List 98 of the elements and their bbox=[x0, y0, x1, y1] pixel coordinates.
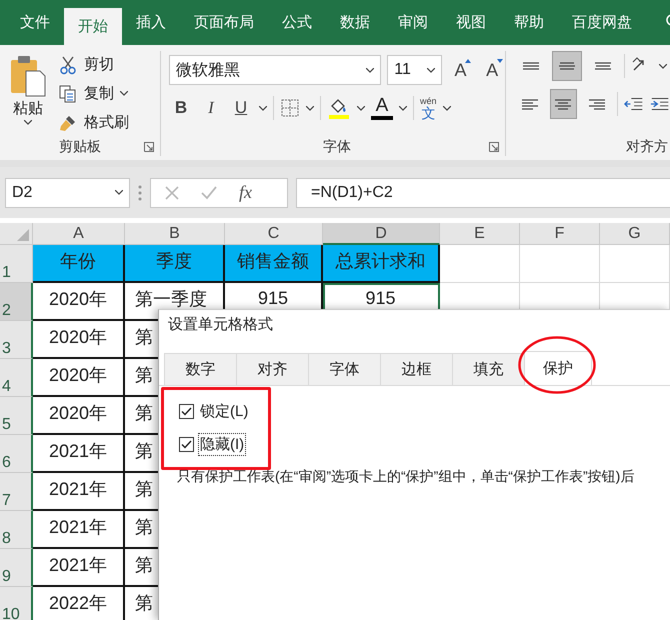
column-header[interactable]: A bbox=[33, 223, 125, 245]
clipboard-icon bbox=[9, 55, 47, 97]
formula-field[interactable]: =N(D1)+C2 bbox=[296, 178, 670, 208]
font-color-button[interactable]: A bbox=[371, 96, 393, 120]
column-header[interactable]: E bbox=[440, 223, 520, 245]
up-triangle-icon bbox=[465, 59, 472, 63]
group-label: 字体 bbox=[322, 137, 352, 156]
font-size-field[interactable]: 11 bbox=[387, 55, 442, 85]
ribbon-tab[interactable]: 页面布局 bbox=[180, 0, 268, 45]
align-middle-icon bbox=[559, 62, 575, 70]
ribbon-tab[interactable]: 开始 bbox=[64, 8, 122, 45]
table-cell: 2020年 bbox=[33, 397, 125, 435]
caret-icon bbox=[306, 106, 314, 110]
table-cell bbox=[600, 245, 670, 283]
table-cell: 2021年 bbox=[33, 435, 125, 473]
dialog-launcher-icon[interactable] bbox=[489, 142, 499, 152]
decrease-font-button[interactable]: A bbox=[479, 57, 505, 83]
group-label: 剪贴板 bbox=[58, 137, 102, 156]
dialog-tab[interactable]: 数字 bbox=[164, 353, 237, 385]
bold-button[interactable]: B bbox=[169, 95, 193, 121]
brush-button[interactable]: 格式刷 bbox=[56, 109, 131, 136]
table-cell: 2020年 bbox=[33, 359, 125, 397]
ribbon-tab[interactable]: 插入 bbox=[122, 0, 180, 45]
drag-handle-icon[interactable] bbox=[138, 184, 142, 200]
dialog-tab[interactable]: 对齐 bbox=[236, 353, 309, 385]
row-header[interactable]: 2 bbox=[0, 283, 33, 321]
name-box[interactable]: D2 bbox=[5, 178, 130, 208]
font-name-field[interactable]: 微软雅黑 bbox=[169, 55, 382, 85]
dialog-tab[interactable]: 填充 bbox=[452, 353, 525, 385]
align-left-icon bbox=[522, 98, 538, 110]
column-header[interactable]: G bbox=[600, 223, 670, 245]
increase-font-button[interactable]: A bbox=[448, 57, 474, 83]
check-icon[interactable] bbox=[201, 186, 217, 200]
checkbox[interactable] bbox=[179, 404, 194, 419]
table-cell: 总累计求和 bbox=[323, 245, 440, 283]
table-cell: 2021年 bbox=[33, 549, 125, 587]
align-top-icon bbox=[523, 62, 539, 70]
row-header[interactable]: 6 bbox=[0, 435, 33, 473]
row-header[interactable]: 8 bbox=[0, 511, 33, 549]
caret-icon bbox=[442, 106, 451, 110]
phonetic-button[interactable]: wén 文 bbox=[420, 96, 437, 120]
row-header[interactable]: 3 bbox=[0, 321, 33, 359]
ribbon-tab[interactable]: 数据 bbox=[326, 0, 384, 45]
borders-icon[interactable] bbox=[280, 98, 300, 118]
ribbon-tab[interactable]: 公式 bbox=[268, 0, 326, 45]
underline-button[interactable]: U bbox=[229, 95, 253, 121]
column-header[interactable]: F bbox=[520, 223, 600, 245]
caret-icon bbox=[357, 106, 365, 110]
caret-icon bbox=[259, 106, 267, 110]
paste-button[interactable]: 粘贴 bbox=[0, 51, 56, 136]
ribbon-tab[interactable]: 帮助 bbox=[500, 0, 558, 45]
align-button[interactable] bbox=[550, 89, 578, 119]
row-header[interactable]: 1 bbox=[0, 245, 33, 283]
table-cell: 销售金额 bbox=[225, 245, 323, 283]
table-cell: 2022年 bbox=[33, 587, 125, 620]
caret-icon bbox=[24, 120, 32, 125]
caret-icon bbox=[115, 190, 123, 195]
caret-icon bbox=[426, 68, 435, 72]
italic-button[interactable]: I bbox=[199, 95, 223, 121]
ribbon-tab[interactable]: 视图 bbox=[442, 0, 500, 45]
dialog-tab[interactable]: 边框 bbox=[380, 353, 453, 385]
row-header[interactable]: 7 bbox=[0, 473, 33, 511]
row-header[interactable]: 10 bbox=[0, 587, 33, 620]
fill-color-button[interactable] bbox=[327, 97, 351, 119]
column-header[interactable]: C bbox=[225, 223, 323, 245]
column-header[interactable]: B bbox=[125, 223, 225, 245]
insert-function-button[interactable]: fx bbox=[239, 182, 252, 203]
caret-icon bbox=[399, 106, 407, 110]
align-right-icon bbox=[589, 98, 606, 110]
row-header[interactable]: 5 bbox=[0, 397, 33, 435]
table-cell: 2020年 bbox=[33, 283, 125, 321]
ribbon-tab[interactable]: 文件 bbox=[6, 0, 64, 45]
caret-icon bbox=[659, 64, 667, 68]
table-cell: 季度 bbox=[125, 245, 225, 283]
scissors-icon bbox=[58, 54, 78, 74]
table-cell: 2020年 bbox=[33, 321, 125, 359]
ribbon-tab[interactable]: 审阅 bbox=[384, 0, 442, 45]
ribbon-tab[interactable]: 百度网盘 bbox=[558, 0, 646, 45]
row-header[interactable]: 4 bbox=[0, 359, 33, 397]
align-center-icon bbox=[555, 98, 572, 110]
caret-icon bbox=[366, 68, 374, 72]
down-triangle-icon bbox=[496, 59, 503, 63]
table-cell: 2021年 bbox=[33, 511, 125, 549]
dialog-tab[interactable]: 字体 bbox=[308, 353, 381, 385]
copy-icon bbox=[58, 84, 78, 104]
checkbox-label[interactable]: 隐藏(I) bbox=[198, 433, 246, 456]
align-button[interactable] bbox=[552, 51, 582, 81]
align-bottom-icon bbox=[595, 62, 611, 70]
table-cell: 2021年 bbox=[33, 473, 125, 511]
dialog-launcher-icon[interactable] bbox=[144, 142, 154, 152]
column-header[interactable]: D bbox=[323, 223, 440, 245]
cut-button[interactable]: 剪切 bbox=[56, 51, 131, 78]
copy-button[interactable]: 复制 bbox=[56, 80, 131, 107]
checkbox[interactable] bbox=[179, 437, 194, 452]
row-header[interactable]: 9 bbox=[0, 549, 33, 587]
dialog-tab[interactable]: 保护 bbox=[524, 351, 592, 385]
table-cell: 年份 bbox=[33, 245, 125, 283]
group-label: 对齐方 bbox=[625, 137, 668, 156]
